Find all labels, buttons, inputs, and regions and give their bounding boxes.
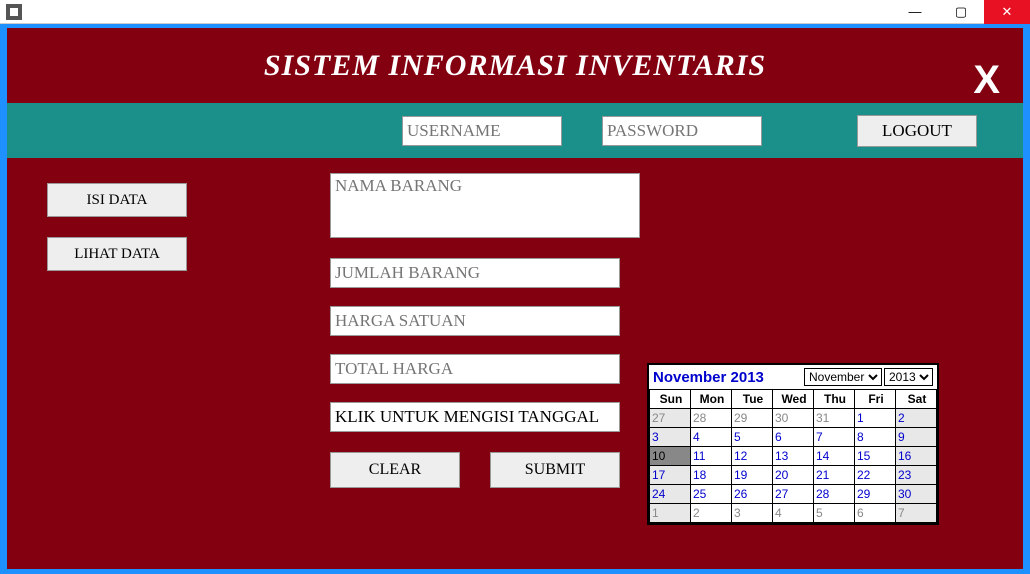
form-area: CLEAR SUBMIT bbox=[330, 173, 640, 488]
calendar-day[interactable]: 2 bbox=[896, 409, 937, 428]
calendar-day[interactable]: 29 bbox=[732, 409, 773, 428]
calendar-day[interactable]: 9 bbox=[896, 428, 937, 447]
isi-data-button[interactable]: ISI DATA bbox=[47, 183, 187, 217]
calendar-day[interactable]: 8 bbox=[855, 428, 896, 447]
calendar-dow: Fri bbox=[855, 390, 896, 409]
lihat-data-button[interactable]: LIHAT DATA bbox=[47, 237, 187, 271]
calendar-day[interactable]: 28 bbox=[691, 409, 732, 428]
calendar-day[interactable]: 4 bbox=[773, 504, 814, 523]
sidebar: ISI DATA LIHAT DATA bbox=[47, 183, 187, 291]
calendar-header: November 2013 November 2013 bbox=[649, 365, 937, 389]
calendar-dow: Thu bbox=[814, 390, 855, 409]
action-row: CLEAR SUBMIT bbox=[330, 452, 640, 488]
calendar-day[interactable]: 28 bbox=[814, 485, 855, 504]
calendar-day[interactable]: 22 bbox=[855, 466, 896, 485]
app-header: SISTEM INFORMASI INVENTARIS X bbox=[7, 28, 1023, 103]
calendar-day[interactable]: 3 bbox=[650, 428, 691, 447]
window-titlebar: — ▢ ✕ bbox=[0, 0, 1030, 24]
calendar-title: November 2013 bbox=[653, 369, 802, 386]
calendar-day[interactable]: 12 bbox=[732, 447, 773, 466]
content-area: ISI DATA LIHAT DATA CLEAR SUBMIT Novembe… bbox=[7, 158, 1023, 568]
calendar-day[interactable]: 6 bbox=[855, 504, 896, 523]
calendar-day[interactable]: 15 bbox=[855, 447, 896, 466]
calendar-day[interactable]: 5 bbox=[814, 504, 855, 523]
calendar-day[interactable]: 31 bbox=[814, 409, 855, 428]
window-close-button[interactable]: ✕ bbox=[984, 0, 1030, 24]
calendar-day[interactable]: 29 bbox=[855, 485, 896, 504]
calendar-day[interactable]: 7 bbox=[896, 504, 937, 523]
total-harga-input[interactable] bbox=[330, 354, 620, 384]
calendar-day[interactable]: 14 bbox=[814, 447, 855, 466]
calendar-day[interactable]: 4 bbox=[691, 428, 732, 447]
calendar-day[interactable]: 30 bbox=[896, 485, 937, 504]
nama-barang-input[interactable] bbox=[330, 173, 640, 238]
calendar-day[interactable]: 1 bbox=[650, 504, 691, 523]
calendar-day[interactable]: 10 bbox=[650, 447, 691, 466]
app-frame: SISTEM INFORMASI INVENTARIS X LOGOUT ISI… bbox=[7, 28, 1023, 569]
calendar-day[interactable]: 18 bbox=[691, 466, 732, 485]
jumlah-barang-input[interactable] bbox=[330, 258, 620, 288]
calendar-dow: Wed bbox=[773, 390, 814, 409]
calendar-dow: Sun bbox=[650, 390, 691, 409]
tanggal-input[interactable] bbox=[330, 402, 620, 432]
calendar-day[interactable]: 27 bbox=[650, 409, 691, 428]
calendar-day[interactable]: 16 bbox=[896, 447, 937, 466]
calendar-day[interactable]: 6 bbox=[773, 428, 814, 447]
app-icon bbox=[6, 4, 22, 20]
calendar-dow: Sat bbox=[896, 390, 937, 409]
calendar-day[interactable]: 5 bbox=[732, 428, 773, 447]
calendar-day[interactable]: 1 bbox=[855, 409, 896, 428]
username-input[interactable] bbox=[402, 116, 562, 146]
calendar-dow: Tue bbox=[732, 390, 773, 409]
calendar-day[interactable]: 23 bbox=[896, 466, 937, 485]
calendar-day[interactable]: 7 bbox=[814, 428, 855, 447]
month-select[interactable]: November bbox=[804, 368, 882, 386]
calendar-day[interactable]: 3 bbox=[732, 504, 773, 523]
calendar-day[interactable]: 26 bbox=[732, 485, 773, 504]
calendar-day[interactable]: 21 bbox=[814, 466, 855, 485]
submit-button[interactable]: SUBMIT bbox=[490, 452, 620, 488]
calendar-day[interactable]: 20 bbox=[773, 466, 814, 485]
calendar: November 2013 November 2013 SunMonTueWed… bbox=[647, 363, 939, 525]
calendar-day[interactable]: 24 bbox=[650, 485, 691, 504]
calendar-day[interactable]: 2 bbox=[691, 504, 732, 523]
logout-button[interactable]: LOGOUT bbox=[857, 115, 977, 147]
calendar-day[interactable]: 11 bbox=[691, 447, 732, 466]
app-title: SISTEM INFORMASI INVENTARIS bbox=[264, 49, 766, 82]
calendar-day[interactable]: 19 bbox=[732, 466, 773, 485]
calendar-grid: SunMonTueWedThuFriSat 272829303112345678… bbox=[649, 389, 937, 523]
auth-bar: LOGOUT bbox=[7, 103, 1023, 158]
calendar-day[interactable]: 25 bbox=[691, 485, 732, 504]
close-icon[interactable]: X bbox=[973, 43, 1001, 118]
maximize-button[interactable]: ▢ bbox=[938, 0, 984, 24]
calendar-dow: Mon bbox=[691, 390, 732, 409]
calendar-day[interactable]: 27 bbox=[773, 485, 814, 504]
minimize-button[interactable]: — bbox=[892, 0, 938, 24]
calendar-day[interactable]: 17 bbox=[650, 466, 691, 485]
calendar-day[interactable]: 30 bbox=[773, 409, 814, 428]
calendar-day[interactable]: 13 bbox=[773, 447, 814, 466]
year-select[interactable]: 2013 bbox=[884, 368, 933, 386]
password-input[interactable] bbox=[602, 116, 762, 146]
clear-button[interactable]: CLEAR bbox=[330, 452, 460, 488]
harga-satuan-input[interactable] bbox=[330, 306, 620, 336]
